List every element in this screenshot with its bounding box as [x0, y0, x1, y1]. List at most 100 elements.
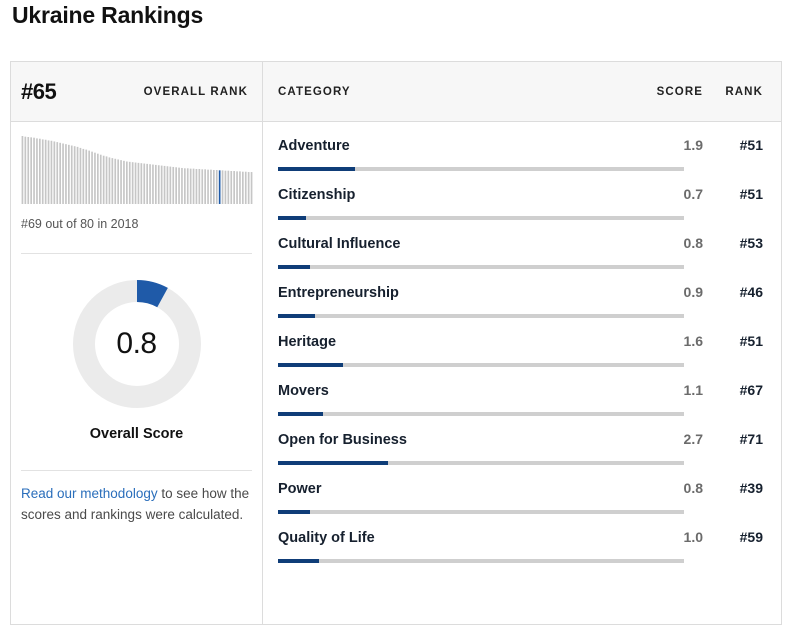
overall-rank-value: #65 — [21, 79, 56, 105]
sparkline-bar — [22, 136, 24, 204]
row-top: Citizenship0.7#51 — [278, 186, 763, 203]
sparkline-bar — [80, 148, 82, 204]
sparkline-bar — [228, 171, 230, 204]
column-header-score: SCORE — [617, 86, 703, 98]
table-row[interactable]: Power0.8#39 — [278, 465, 763, 514]
sparkline-bar — [83, 149, 85, 204]
category-rank: #67 — [703, 382, 763, 398]
sparkline-bar — [225, 171, 227, 204]
table-row[interactable]: Adventure1.9#51 — [278, 122, 763, 171]
row-top: Quality of Life1.0#59 — [278, 529, 763, 546]
sparkline-bar — [54, 141, 56, 204]
category-score: 0.8 — [617, 480, 703, 496]
methodology-link[interactable]: Read our methodology — [21, 486, 158, 501]
sparkline-bar — [216, 170, 218, 204]
sparkline-bar — [77, 147, 79, 204]
divider-top — [21, 253, 252, 254]
category-score: 1.1 — [617, 382, 703, 398]
sparkline-bar — [106, 156, 108, 204]
category-rank: #53 — [703, 235, 763, 251]
score-bar-fill — [278, 559, 319, 563]
sparkline-bar — [45, 140, 47, 204]
score-bar-track — [278, 167, 684, 171]
sparkline-caption: #69 out of 80 in 2018 — [21, 217, 252, 231]
column-header-rank: RANK — [703, 86, 763, 98]
sparkline-bar — [141, 163, 143, 204]
sparkline-bar — [251, 172, 253, 204]
sparkline-bar — [152, 165, 154, 204]
table-row[interactable]: Quality of Life1.0#59 — [278, 514, 763, 563]
table-row[interactable]: Heritage1.6#51 — [278, 318, 763, 367]
overall-score-chart: 0.8 — [21, 276, 252, 412]
table-row[interactable]: Movers1.1#67 — [278, 367, 763, 416]
table-row[interactable]: Citizenship0.7#51 — [278, 171, 763, 220]
category-score: 1.0 — [617, 529, 703, 545]
score-bar-track — [278, 461, 684, 465]
overall-panel: #65 OVERALL RANK #69 out of 80 in 2018 0… — [11, 62, 263, 624]
row-top: Adventure1.9#51 — [278, 137, 763, 154]
sparkline-bar — [120, 160, 122, 204]
score-bar-fill — [278, 363, 343, 367]
sparkline-bar — [146, 164, 148, 204]
sparkline-bar — [175, 167, 177, 204]
sparkline-bar — [56, 142, 58, 204]
sparkline-bar — [94, 153, 96, 204]
sparkline-bar — [172, 167, 174, 204]
sparkline-bar — [135, 163, 137, 204]
page-title: Ukraine Rankings — [12, 2, 203, 29]
overall-score-value: 0.8 — [69, 276, 205, 412]
sparkline-bar — [39, 139, 41, 204]
sparkline-bar — [30, 137, 32, 204]
score-bar-fill — [278, 510, 310, 514]
sparkline-bar — [97, 154, 99, 204]
sparkline-bar — [193, 169, 195, 204]
sparkline-bar — [33, 138, 35, 204]
sparkline-bar — [85, 150, 87, 204]
table-row[interactable]: Entrepreneurship0.9#46 — [278, 269, 763, 318]
sparkline-bar — [143, 164, 145, 204]
category-name: Cultural Influence — [278, 236, 617, 252]
score-bar-track — [278, 363, 684, 367]
sparkline-bar — [51, 141, 53, 204]
sparkline-bar — [114, 159, 116, 204]
score-bar-fill — [278, 314, 315, 318]
overall-rank-header: #65 OVERALL RANK — [11, 62, 262, 122]
category-name: Entrepreneurship — [278, 285, 617, 301]
column-header-category: CATEGORY — [278, 86, 617, 98]
sparkline-bar — [117, 159, 119, 204]
sparkline-bar — [74, 146, 76, 204]
sparkline-bar — [236, 171, 238, 204]
sparkline-bar — [181, 168, 183, 204]
category-rank: #71 — [703, 431, 763, 447]
score-bar-fill — [278, 167, 355, 171]
table-row[interactable]: Open for Business2.7#71 — [278, 416, 763, 465]
category-name: Heritage — [278, 334, 617, 350]
sparkline-bar — [123, 161, 125, 204]
row-top: Power0.8#39 — [278, 480, 763, 497]
sparkline-bar — [132, 162, 134, 204]
sparkline-bar — [36, 138, 38, 204]
sparkline-bar — [233, 171, 235, 204]
sparkline-bar — [126, 162, 128, 205]
table-row[interactable]: Cultural Influence0.8#53 — [278, 220, 763, 269]
score-bar-track — [278, 559, 684, 563]
category-name: Quality of Life — [278, 530, 617, 546]
sparkline-bar — [184, 168, 186, 204]
sparkline-bar — [222, 170, 224, 204]
overall-panel-body: #69 out of 80 in 2018 0.8 Overall Score … — [11, 122, 262, 624]
sparkline-bar — [62, 143, 64, 204]
sparkline-bar — [100, 155, 102, 204]
row-top: Heritage1.6#51 — [278, 333, 763, 350]
overall-rank-label: OVERALL RANK — [144, 86, 248, 98]
category-rank: #46 — [703, 284, 763, 300]
sparkline-bar — [59, 143, 61, 204]
category-name: Power — [278, 481, 617, 497]
sparkline-bar — [71, 146, 73, 204]
category-rows: Adventure1.9#51 Citizenship0.7#51 Cultural… — [263, 122, 781, 624]
sparkline-bar — [187, 168, 189, 204]
categories-panel: CATEGORY SCORE RANK Adventure1.9#51 Citiz… — [263, 62, 781, 624]
overall-score-donut: 0.8 — [69, 276, 205, 412]
sparkline-bar — [167, 166, 169, 204]
sparkline-bar — [109, 157, 111, 204]
category-score: 1.6 — [617, 333, 703, 349]
